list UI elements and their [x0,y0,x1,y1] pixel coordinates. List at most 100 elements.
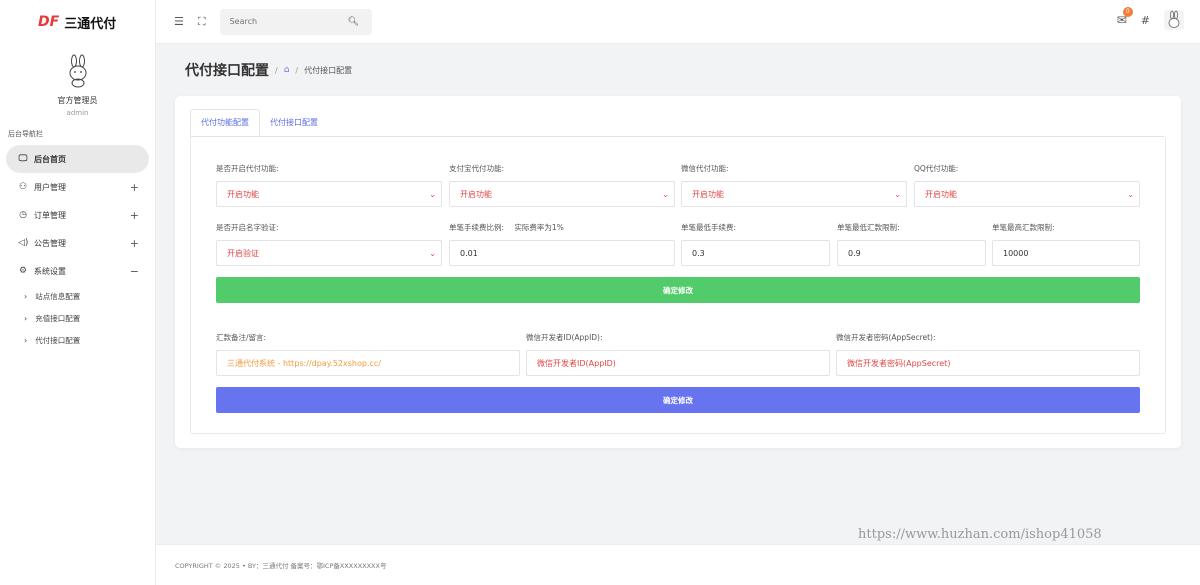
field-label: 支付宝代付功能: [449,164,505,173]
sidebar-subitem-label: 站点信息配置 [35,291,81,301]
sidebar-subitem-label: 代付接口配置 [35,335,81,345]
breadcrumb-separator: / [275,65,278,75]
fee-ratio-label: 单笔手续费比例: [449,223,505,232]
chevron-down-icon: ⌄ [894,189,901,199]
chevron-right-icon: › [24,335,28,345]
sidebar: DF 三通代付 官方管理员 admin 后台导航栏 🖵 后台首页 ⚇ 用户管理 … [0,0,156,585]
nav-caption: 后台导航栏 [8,130,43,138]
slack-icon[interactable]: # [1141,14,1150,27]
min-remit-input[interactable]: 0.9 [837,240,986,266]
field-label: 单笔手续费比例: 实际费率为1% [449,222,564,233]
select-value: 开启功能 [227,189,259,199]
select-value: 开启功能 [692,189,724,199]
fee-ratio-input[interactable]: 0.01 [449,240,675,266]
tab-panel: 是否开启代付功能: 支付宝代付功能: 微信代付功能: QQ代付功能: 开启功能 … [190,136,1166,434]
expand-icon[interactable]: + [130,209,139,222]
select-value: 开启功能 [460,189,492,199]
search-box: 🔍︎ [219,8,372,35]
qq-payout-select[interactable]: 开启功能 ⌄ [914,181,1140,207]
alipay-payout-select[interactable]: 开启功能 ⌄ [449,181,675,207]
home-icon[interactable]: ⌂ [284,65,290,75]
field-label: 微信代付功能: [681,164,729,173]
copyright-text: COPYRIGHT © 2025 • BY：三通代付 备案号：鄂ICP备XXXX… [175,562,387,570]
watermark: https://www.huzhan.com/ishop41058 [858,527,1102,542]
field-label: 单笔最低汇款限制: [837,223,900,232]
notification-badge: 0 [1122,7,1133,17]
sidebar-subitem-recharge-config[interactable]: › 充值接口配置 [0,307,155,329]
tab-bar: 代付功能配置 代付接口配置 [190,109,328,136]
user-icon: ⚇ [18,182,28,192]
field-label: 汇款备注/留言: [216,333,267,342]
chevron-down-icon: ⌄ [1127,189,1134,199]
sidebar-item-label: 后台首页 [34,154,66,164]
clock-icon: ◷ [19,210,27,220]
name-verify-select[interactable]: 开启验证 ⌄ [216,240,442,266]
avatar-rabbit-icon[interactable] [61,54,95,88]
fee-ratio-hint: 实际费率为1% [514,223,564,232]
sidebar-item-orders[interactable]: ◷ 订单管理 + [0,201,155,229]
breadcrumb-separator: / [295,65,299,75]
collapse-icon[interactable]: − [130,265,139,278]
mail-icon[interactable]: ✉ 0 [1117,7,1133,27]
sidebar-item-label: 订单管理 [34,210,66,220]
sidebar-item-notices[interactable]: ◁) 公告管理 + [0,229,155,257]
sidebar-item-label: 公告管理 [34,238,66,248]
wechat-appsecret-input[interactable]: 微信开发者密码(AppSecret) [836,350,1140,376]
sidebar-item-settings[interactable]: ⚙ 系统设置 − [0,257,155,285]
profile-role: admin [66,109,89,117]
user-avatar-icon[interactable] [1164,10,1184,30]
brand-mark: DF [38,14,60,30]
remit-note-input[interactable]: 三通代付系统 - https://dpay.52xshop.cc/ [216,350,520,376]
sidebar-item-home[interactable]: 🖵 后台首页 [6,145,149,173]
field-label: 微信开发者密码(AppSecret): [836,333,936,342]
chevron-right-icon: › [24,291,28,301]
expand-icon[interactable]: + [130,181,139,194]
sidebar-item-label: 用户管理 [34,182,66,192]
confirm-button[interactable]: 确定修改 [216,277,1140,303]
fullscreen-icon[interactable]: ⛶ [198,15,206,29]
chevron-down-icon: ⌄ [662,189,669,199]
page-title: 代付接口配置 [185,63,269,79]
min-fee-input[interactable]: 0.3 [681,240,830,266]
brand-name: 三通代付 [64,16,117,32]
monitor-icon: 🖵 [18,154,28,164]
breadcrumb-current: 代付接口配置 [304,65,353,75]
select-value: 开启功能 [925,189,957,199]
sidebar-item-label: 系统设置 [34,266,66,276]
chevron-down-icon: ⌄ [429,189,436,199]
search-icon[interactable]: 🔍︎ [348,17,359,27]
expand-icon[interactable]: + [130,237,139,250]
tab-payout-function[interactable]: 代付功能配置 [190,109,260,136]
field-label: 是否开启代付功能: [216,164,279,173]
profile: 官方管理员 admin [0,44,155,117]
field-label: 单笔最高汇款限制: [992,223,1055,232]
speaker-icon: ◁) [18,238,29,248]
field-label: QQ代付功能: [914,164,959,173]
footer: COPYRIGHT © 2025 • BY：三通代付 备案号：鄂ICP备XXXX… [156,544,1200,585]
profile-name: 官方管理员 [57,96,98,105]
sidebar-item-users[interactable]: ⚇ 用户管理 + [0,173,155,201]
wechat-appid-input[interactable]: 微信开发者ID(AppID) [526,350,830,376]
search-input[interactable] [229,17,348,26]
page-header: 代付接口配置 / ⌂ / 代付接口配置 [185,60,352,80]
config-card: 代付功能配置 代付接口配置 是否开启代付功能: 支付宝代付功能: 微信代付功能:… [175,96,1181,448]
chevron-down-icon: ⌄ [429,248,436,258]
sidebar-subitem-site-config[interactable]: › 站点信息配置 [0,285,155,307]
brand-logo[interactable]: DF 三通代付 [0,0,155,44]
wechat-payout-select[interactable]: 开启功能 ⌄ [681,181,907,207]
gear-icon: ⚙ [18,266,28,276]
payout-enable-select[interactable]: 开启功能 ⌄ [216,181,442,207]
field-label: 单笔最低手续费: [681,223,737,232]
topbar: ☰ ⛶ 🔍︎ ✉ 0 # [156,0,1200,44]
confirm-button[interactable]: 确定修改 [216,387,1140,413]
max-remit-input[interactable]: 10000 [992,240,1140,266]
field-label: 微信开发者ID(AppID): [526,333,603,342]
select-value: 开启验证 [227,248,259,258]
field-label: 是否开启名字验证: [216,223,279,232]
tab-payout-interface[interactable]: 代付接口配置 [260,109,328,136]
sidebar-subitem-label: 充值接口配置 [35,313,81,323]
chevron-right-icon: › [24,313,28,323]
sidebar-subitem-payout-config[interactable]: › 代付接口配置 [0,329,155,351]
topbar-actions: ✉ 0 # [1117,7,1184,30]
menu-icon[interactable]: ☰ [174,15,184,28]
